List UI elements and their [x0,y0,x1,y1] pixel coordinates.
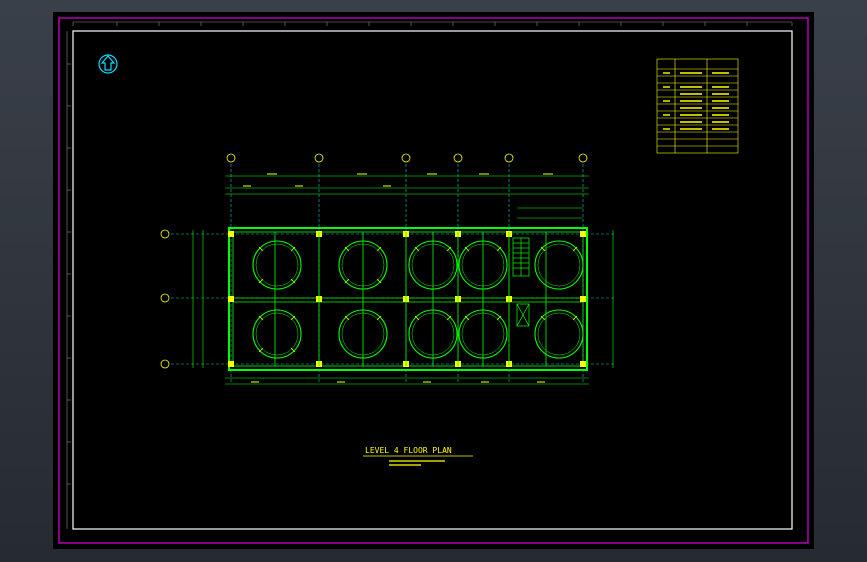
grid-axes-horizontal [171,233,615,365]
silo-inner-rings [255,243,581,356]
grid-bubbles-top [226,153,588,163]
grid-axes-vertical [230,164,584,382]
stair [512,237,530,327]
north-arrow-icon [98,54,118,74]
columns [228,231,586,367]
schedule-table-entries [663,72,729,130]
beams [274,232,547,366]
drawing-sheet: LEVEL 4 FLOOR PLAN [53,12,814,549]
grid-bubbles-left [160,229,170,369]
silo-circles [252,240,584,359]
drawing-title-block: LEVEL 4 FLOOR PLAN [363,446,473,466]
cad-viewport[interactable]: LEVEL 4 FLOOR PLAN [0,0,867,562]
drawing-title: LEVEL 4 FLOOR PLAN [365,446,452,455]
left-ruler [66,31,71,529]
top-ruler [72,21,793,26]
